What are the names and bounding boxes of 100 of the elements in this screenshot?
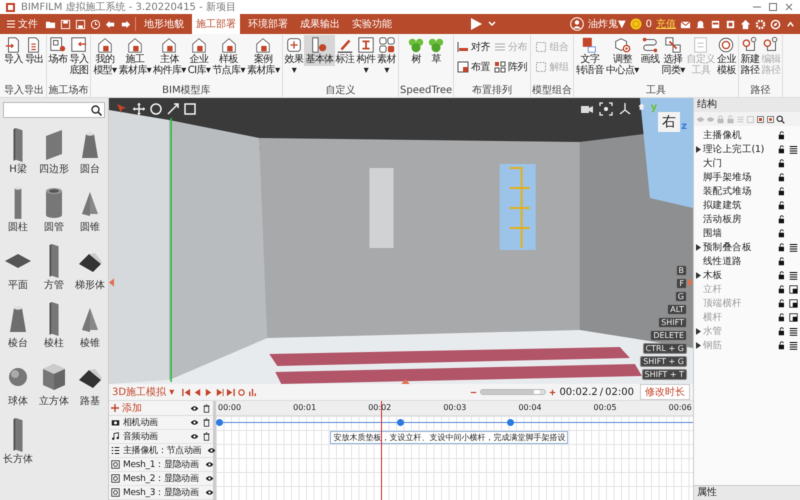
ribbon-button[interactable]: 样板 节点库▾ [211,35,246,77]
shape-library-item[interactable]: 方管 [36,244,72,292]
search-field[interactable] [3,102,105,118]
unlock-icon[interactable] [778,270,787,280]
tree-item[interactable]: 主播像机 [694,128,800,142]
shape-library-item[interactable]: 圆管 [36,186,72,234]
recharge-link[interactable]: 充值 [656,17,676,31]
search-icon[interactable] [91,104,102,116]
user-name[interactable]: 油炸鬼▼ [588,17,626,31]
unlock-icon[interactable] [778,284,787,294]
ribbon-button[interactable]: 新建 路径 [740,35,761,77]
track-label[interactable]: 主播像机：节点动画 [123,444,202,457]
ribbon-button[interactable]: 对齐 [455,40,492,54]
menu-tab[interactable]: 环境部署 [244,14,292,34]
mail-icon[interactable] [680,18,692,30]
ribbon-button[interactable]: 案例 素材库▾ [246,35,281,77]
image-icon[interactable] [756,114,765,124]
home-view-icon[interactable] [636,102,646,111]
ribbon-button[interactable]: 调整 中心点▾ [605,35,640,77]
skip-end-icon[interactable] [226,388,236,396]
unlock-icon[interactable] [778,242,787,252]
save-icon[interactable] [60,18,71,30]
avatar-icon[interactable] [570,17,584,31]
unlock-icon[interactable] [778,312,787,322]
unlock-icon[interactable] [778,256,787,266]
caption-clip[interactable]: 安放木质垫板，支设立杆、支设中间小横杆，完成满堂脚手架搭设 [330,430,568,444]
rotate-icon[interactable] [149,102,163,116]
tree-item[interactable]: 大门 [694,156,800,170]
eye-icon[interactable] [207,446,216,455]
eye-icon[interactable] [204,488,214,497]
shape-library-item[interactable]: 立方体 [36,360,72,408]
scale-icon[interactable] [166,102,180,116]
ribbon-button[interactable]: 效果 ▾ [284,35,304,77]
bars-icon[interactable] [248,388,258,396]
view-cube[interactable]: 右 [658,112,680,132]
step-back-icon[interactable] [193,388,202,396]
shape-library-item[interactable]: 球体 [0,360,36,408]
shortcut-key[interactable]: ALT [667,304,687,315]
ribbon-button[interactable]: 阵列 [492,60,529,74]
close-icon[interactable] [784,2,794,12]
menu-tab[interactable]: 施工部署 [192,14,240,34]
menu-tab[interactable]: 实验功能 [348,14,396,34]
expand-triangle-icon[interactable] [696,272,701,278]
shortcut-key[interactable]: F [676,278,687,289]
menu-tab[interactable]: 地形地貌 [140,14,188,34]
unlock-icon[interactable] [778,326,787,336]
chevron-down-icon[interactable] [486,19,497,29]
file-menu[interactable]: 文件 [4,17,41,31]
unlock-icon[interactable] [778,200,787,210]
ribbon-button[interactable]: 导入 [3,35,24,66]
unlock-icon[interactable] [778,298,787,308]
ribbon-button[interactable]: 布置 [455,60,492,74]
shape-library-item[interactable]: 长方体 [0,418,36,466]
axes-icon[interactable] [618,102,632,116]
shape-library-item[interactable]: 四边形 [36,128,72,176]
track-label[interactable]: 相机动画 [123,416,158,429]
ribbon-button[interactable]: 草 [426,35,446,66]
ribbon-button[interactable]: 企业 模板 [716,35,737,77]
ribbon-button[interactable]: 构件 ▾ [355,35,376,77]
search-icon[interactable] [776,114,785,124]
shape-library-item[interactable]: 平面 [0,244,36,292]
ribbon-button[interactable]: 画线 [640,35,660,66]
shortcut-key[interactable]: DELETE [650,330,687,341]
shortcut-key[interactable]: B [676,265,687,276]
ribbon-button[interactable]: 文字 转语音 [574,35,606,77]
shape-library-item[interactable]: 棱柱 [36,302,72,350]
eye-icon[interactable] [204,460,214,469]
step-forward-icon[interactable] [215,388,224,396]
compass-icon[interactable] [770,18,782,30]
ribbon-button[interactable]: 施工 素材库▾ [117,35,152,77]
expand-triangle-icon[interactable] [696,146,701,152]
ribbon-button[interactable]: 导出 [24,35,45,66]
shortcut-key[interactable]: SHIFT + T [642,369,687,380]
eye-icon[interactable] [190,432,199,441]
tree-item[interactable]: 围墙 [694,226,800,240]
trash-icon[interactable] [202,404,211,412]
unlock-icon[interactable] [778,214,787,224]
trash-icon[interactable] [202,432,211,441]
ribbon-button[interactable]: 企业 CI库▾ [186,35,212,77]
track-label[interactable]: 音频动画 [123,430,158,443]
expand-triangle-icon[interactable] [696,244,701,250]
save-as-icon[interactable] [75,18,86,30]
image-icon[interactable] [766,114,775,124]
tree-item[interactable]: 拟建建筑 [694,198,800,212]
unlock-icon[interactable] [778,144,787,154]
shortcut-key[interactable]: CTRL + G [642,343,687,354]
unlock-icon[interactable] [778,340,787,350]
shape-library-item[interactable]: 棱锥 [72,302,108,350]
undo-icon[interactable] [105,18,116,30]
maximize-icon[interactable] [768,2,778,12]
tree-item[interactable]: 活动板房 [694,212,800,226]
add-track-button[interactable]: 添加 [111,401,142,415]
shape-library-item[interactable]: H梁 [0,128,36,176]
keyframe-dot[interactable] [506,419,514,426]
play-icon[interactable] [468,17,483,31]
keyframe-dot[interactable] [397,419,404,426]
shape-library-item[interactable]: 圆柱 [0,186,36,234]
ribbon-button[interactable]: 选择 同类▾ [660,35,686,77]
shape-library-item[interactable]: 圆台 [72,128,108,176]
home-icon[interactable] [740,18,752,30]
